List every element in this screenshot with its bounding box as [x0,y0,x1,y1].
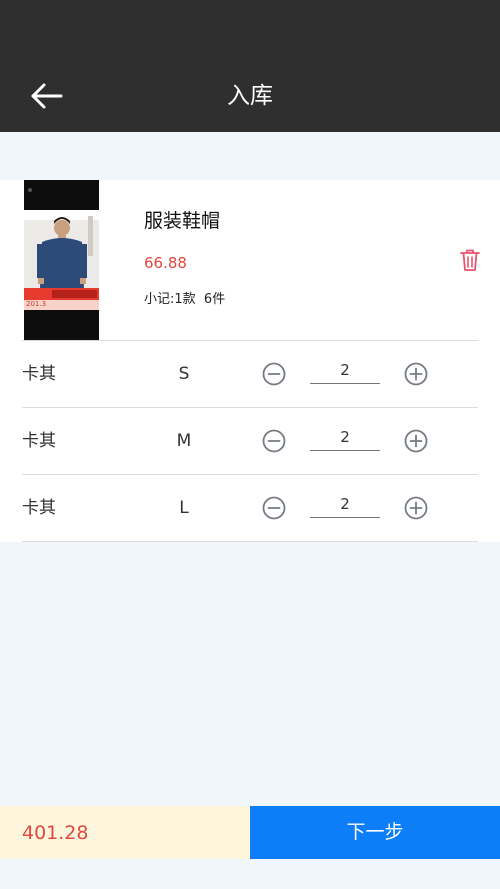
variant-color: 卡其 [22,364,56,384]
product-photo: 201.3 [24,180,99,340]
quantity-input[interactable] [310,491,380,518]
variant-row: 卡其 M [0,408,500,474]
delete-product-button[interactable] [459,248,481,272]
plus-circle-icon [404,429,428,453]
app-header: 入库 [0,0,500,132]
product-price: 66.88 [144,254,187,272]
total-amount-bar: 401.28 [0,806,250,859]
variant-row: 卡其 S [0,341,500,407]
plus-circle-icon [404,496,428,520]
plus-circle-icon [404,362,428,386]
minus-circle-icon [262,429,286,453]
trash-icon [460,249,480,271]
decrease-button[interactable] [262,362,286,386]
next-step-button[interactable]: 下一步 [250,806,500,859]
row-divider [22,541,478,542]
total-amount: 401.28 [22,822,89,844]
subtotal-count: 6件 [203,292,226,307]
product-image[interactable]: 201.3 [24,180,99,340]
variant-size: M [176,431,192,451]
variant-row: 卡其 L [0,475,500,541]
minus-circle-icon [262,496,286,520]
product-card: 201.3 服装鞋帽 66.88 小记:1款 6件 卡其 S 2 卡其 M 2 … [0,180,500,542]
product-name: 服装鞋帽 [144,210,221,232]
variant-size: S [178,364,190,384]
increase-button[interactable] [404,362,428,386]
increase-button[interactable] [404,496,428,520]
decrease-button[interactable] [262,496,286,520]
page-title: 入库 [227,83,273,109]
subtotal-label: 小记:1款 [144,292,196,307]
minus-circle-icon [262,362,286,386]
decrease-button[interactable] [262,429,286,453]
variant-color: 卡其 [22,498,56,518]
product-subtotal: 小记:1款 6件 [144,290,225,310]
increase-button[interactable] [404,429,428,453]
quantity-input[interactable] [310,424,380,451]
svg-text:201.3: 201.3 [26,300,46,308]
subtotal-spacer [196,292,204,307]
variant-size: L [179,498,189,518]
quantity-input[interactable] [310,357,380,384]
variant-color: 卡其 [22,431,56,451]
